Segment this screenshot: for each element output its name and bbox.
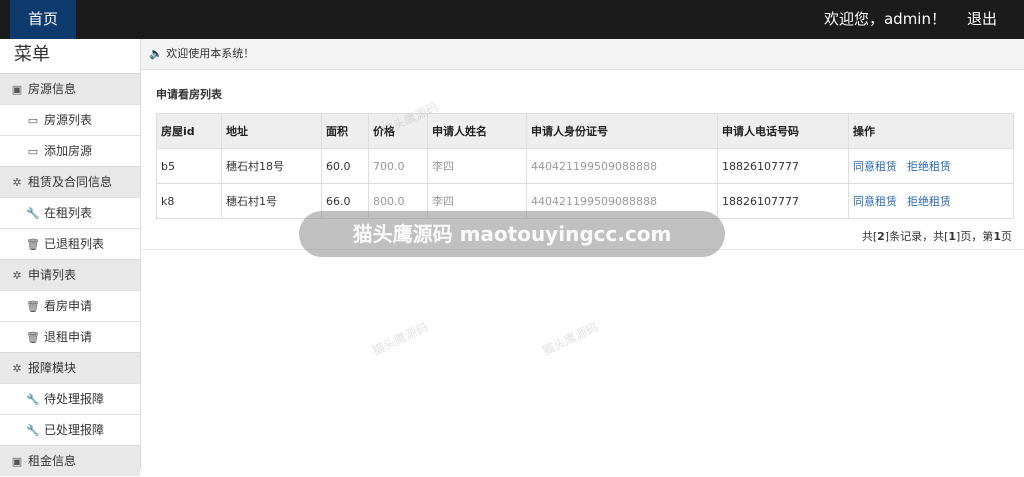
reject-lease-link[interactable]: 拒绝租赁 [907,160,951,173]
sidebar: 菜单 ▣ 房源信息 ▭ 房源列表 ▭ 添加房源 ✲ 租赁及合同信息 🔧 在租列表 🗑 已退租… [0,39,141,476]
wrench-icon: 🔧 [26,207,40,220]
menu-title: 菜单 [0,39,140,73]
cell-name: 李四 [427,148,527,184]
trash-icon: 🗑 [26,300,40,313]
item-label: 在租列表 [44,206,93,220]
gear-icon: ✲ [12,269,22,282]
wrench-icon: 🔧 [26,424,40,437]
document-icon: ▣ [11,83,23,96]
item-label: 已处理报障 [44,423,105,437]
trash-icon: 🗑 [26,331,40,344]
sidebar-item-return-apply[interactable]: 🗑 退租申请 [0,321,140,352]
sidebar-group-house-info[interactable]: ▣ 房源信息 [0,73,140,104]
cell-idcard: 440421199509088888 [526,148,718,184]
group-label: 房源信息 [28,82,77,96]
item-label: 已退租列表 [44,237,105,251]
cell-actions: 同意租赁 拒绝租赁 [848,183,1014,219]
agree-lease-link[interactable]: 同意租赁 [853,195,897,208]
pager-text: ]页，第 [956,230,994,243]
sidebar-group-applications[interactable]: ✲ 申请列表 [0,259,140,290]
column-header: 申请人电话号码 [717,113,849,149]
group-label: 申请列表 [28,268,77,282]
item-label: 房源列表 [44,113,93,127]
speaker-icon: 🔈 [149,47,163,60]
pager-text: 页 [1001,230,1012,243]
gear-icon: ✲ [12,176,22,189]
item-label: 看房申请 [44,299,93,313]
column-header: 申请人姓名 [427,113,527,149]
sidebar-group-repair[interactable]: ✲ 报障模块 [0,352,140,383]
cell-phone: 18826107777 [717,148,849,184]
cell-actions: 同意租赁 拒绝租赁 [848,148,1014,184]
sidebar-item-renting-list[interactable]: 🔧 在租列表 [0,197,140,228]
trash-icon: 🗑 [26,238,40,251]
pagination-info: 共[2]条记录，共[1]页，第1页 [862,228,1012,244]
sidebar-group-lease[interactable]: ✲ 租赁及合同信息 [0,166,140,197]
table-header-row: 房屋id 地址 面积 价格 申请人姓名 申请人身份证号 申请人电话号码 操作 [156,113,1014,149]
pager-text: ]条记录，共[ [884,230,949,243]
item-label: 添加房源 [44,144,93,158]
welcome-user: 欢迎您，admin！ [823,10,946,28]
sidebar-item-add-house[interactable]: ▭ 添加房源 [0,135,140,166]
column-header: 操作 [848,113,1014,149]
column-header: 面积 [321,113,369,149]
agree-lease-link[interactable]: 同意租赁 [853,160,897,173]
sidebar-item-returned-list[interactable]: 🗑 已退租列表 [0,228,140,259]
file-icon: ▭ [27,145,39,158]
sidebar-item-pending-repair[interactable]: 🔧 待处理报障 [0,383,140,414]
pager-text: 共[ [861,230,878,243]
cell-address: 穗石村18号 [221,148,322,184]
sidebar-item-house-list[interactable]: ▭ 房源列表 [0,104,140,135]
apply-table: 房屋id 地址 面积 价格 申请人姓名 申请人身份证号 申请人电话号码 操作 b… [156,113,1014,219]
item-label: 退租申请 [44,330,93,344]
file-icon: ▭ [27,114,39,127]
sidebar-item-done-repair[interactable]: 🔧 已处理报障 [0,414,140,445]
cell-price: 700.0 [368,148,428,184]
sidebar-item-viewing-apply[interactable]: 🗑 看房申请 [0,290,140,321]
notice-text: 欢迎使用本系统！ [166,47,255,60]
cell-area: 60.0 [321,148,369,184]
group-label: 租赁及合同信息 [28,175,113,189]
wrench-icon: 🔧 [26,393,40,406]
column-header: 房屋id [156,113,222,149]
sidebar-group-rent[interactable]: ▣ 租金信息 [0,445,140,476]
total-records: 2 [877,230,885,243]
column-header: 地址 [221,113,322,149]
group-label: 租金信息 [28,454,77,468]
logout-link[interactable]: 退出 [967,0,997,39]
cell-id: k8 [156,183,222,219]
reject-lease-link[interactable]: 拒绝租赁 [907,195,951,208]
top-bar: 首页 欢迎您，admin！ 退出 [0,0,1024,39]
document-icon: ▣ [11,455,23,468]
cell-address: 穗石村1号 [221,183,322,219]
current-page: 1 [993,230,1001,243]
cell-phone: 18826107777 [717,183,849,219]
watermark-band: 猫头鹰源码 maotouyingcc.com [299,211,725,257]
notice-bar: 🔈 欢迎使用本系统！ [141,39,1024,70]
group-label: 报障模块 [28,361,77,375]
table-row: b5 穗石村18号 60.0 700.0 李四 4404211995090888… [156,148,1014,184]
column-header: 申请人身份证号 [526,113,718,149]
home-tab[interactable]: 首页 [10,0,76,39]
total-pages: 1 [948,230,957,243]
panel-title: 申请看房列表 [156,88,222,101]
cell-id: b5 [156,148,222,184]
item-label: 待处理报障 [44,392,105,406]
gear-icon: ✲ [12,362,22,375]
